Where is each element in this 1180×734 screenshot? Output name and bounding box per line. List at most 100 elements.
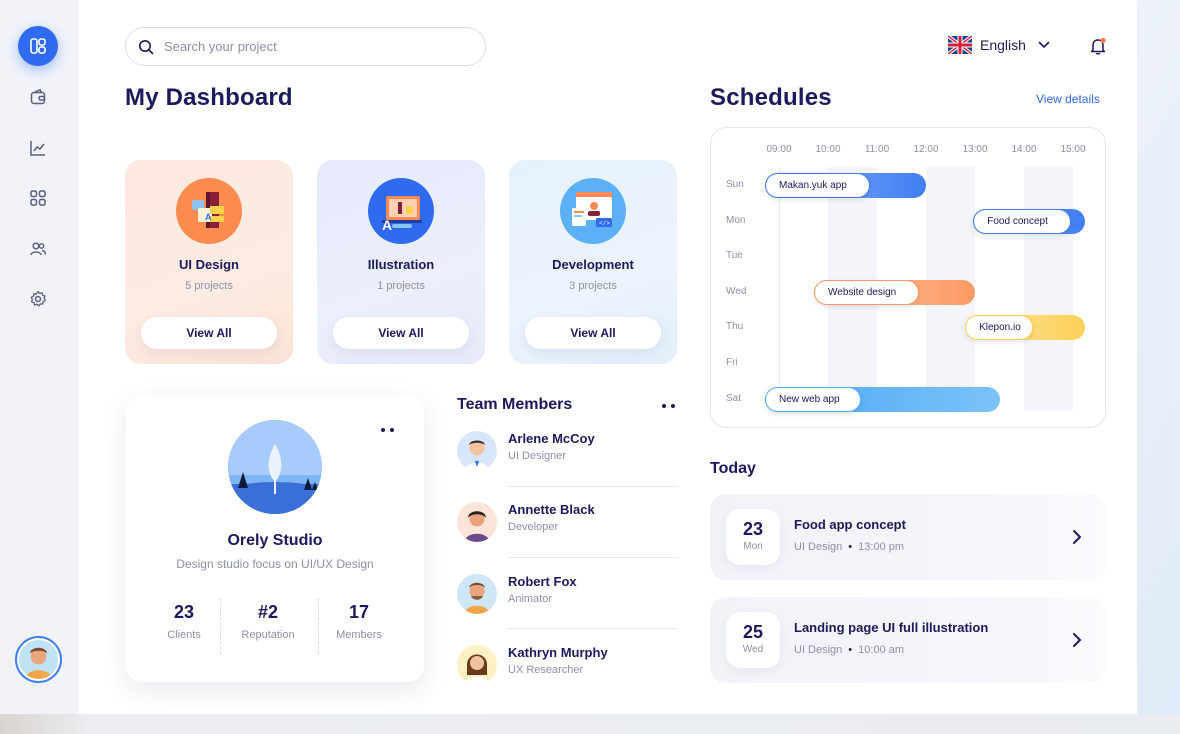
schedules-title: Schedules — [710, 84, 832, 111]
hour-label: 10:00 — [815, 144, 841, 155]
view-details-link[interactable]: View details — [1036, 92, 1100, 106]
team-member[interactable]: Kathryn Murphy UX Researcher — [457, 642, 678, 702]
search-icon — [139, 39, 154, 54]
member-name: Kathryn Murphy — [508, 645, 608, 660]
today-event[interactable]: 23 Mon Food app concept UI Design • 13:00 … — [710, 494, 1106, 580]
event-category: UI Design — [794, 541, 843, 553]
member-name: Annette Black — [508, 502, 595, 517]
category-title: Development — [552, 257, 634, 272]
stat-reputation: #2 Reputation — [220, 602, 316, 641]
view-all-button[interactable]: View All — [525, 317, 661, 349]
category-card-ui-design: A UI Design 5 projects View All — [125, 160, 293, 364]
event-meta: UI Design • 13:00 pm — [794, 541, 905, 553]
bottom-strip — [0, 714, 1180, 734]
grid-icon — [30, 190, 46, 206]
timeline-column — [1024, 167, 1073, 411]
day-label: Thu — [726, 321, 744, 333]
event-meta: UI Design • 10:00 am — [794, 644, 905, 656]
category-title: Illustration — [367, 257, 435, 272]
settings-icon — [30, 290, 46, 307]
event-day-number: 23 — [742, 519, 764, 539]
nav-dashboard[interactable] — [18, 26, 58, 66]
hour-label: 09:00 — [766, 144, 792, 155]
search-bar[interactable] — [125, 27, 486, 66]
uk-flag-icon — [948, 36, 972, 54]
chevron-right-icon[interactable] — [1070, 528, 1084, 546]
category-count: 3 projects — [569, 280, 617, 292]
view-all-button[interactable]: View All — [141, 317, 277, 349]
hour-label: 13:00 — [962, 144, 988, 155]
schedule-event-label: New web app — [765, 386, 861, 412]
day-label: Fri — [726, 357, 738, 368]
hour-label: 11:00 — [864, 144, 890, 155]
bell-icon — [1090, 37, 1106, 55]
member-role: Developer — [508, 521, 559, 533]
nav-settings[interactable] — [18, 279, 58, 319]
team-member[interactable]: Arlene McCoy UI Designer — [457, 428, 678, 488]
notification-button[interactable] — [1088, 36, 1108, 56]
page-title: My Dashboard — [125, 84, 293, 111]
team-icon — [30, 242, 47, 256]
divider — [508, 486, 678, 487]
event-title: Landing page UI full illustration — [794, 620, 989, 635]
member-avatar — [457, 574, 497, 614]
nav-analytics[interactable] — [18, 128, 58, 168]
sidebar — [0, 0, 78, 714]
schedule-event[interactable]: Klepon.io — [965, 315, 1086, 341]
timeline-axis — [779, 167, 780, 411]
member-avatar — [457, 431, 497, 471]
nav-wallet[interactable] — [18, 77, 58, 117]
event-time: 10:00 am — [858, 644, 905, 656]
category-card-illustration: A Illustration 1 projects View All — [317, 160, 485, 364]
event-time: 13:00 pm — [858, 541, 905, 553]
schedule-event[interactable]: Food concept — [973, 208, 1086, 234]
schedule-event[interactable]: Website design — [814, 279, 975, 305]
event-category: UI Design — [794, 644, 843, 656]
language-selector[interactable]: English — [948, 36, 1050, 54]
category-count: 5 projects — [185, 280, 233, 292]
member-name: Arlene McCoy — [508, 431, 595, 446]
search-input[interactable] — [164, 39, 444, 54]
studio-description: Design studio focus on UI/UX Design — [176, 557, 374, 571]
studio-name: Orely Studio — [227, 532, 323, 549]
day-label: Sun — [726, 179, 744, 190]
hour-label: 12:00 — [913, 144, 939, 155]
event-day-number: 25 — [742, 622, 764, 642]
team-member[interactable]: Annette Black Developer — [457, 499, 678, 559]
event-weekday: Wed — [742, 644, 764, 655]
day-label: Sat — [726, 392, 742, 404]
studio-avatar — [228, 420, 322, 514]
team-member[interactable]: Robert Fox Animator — [457, 571, 678, 631]
divider — [508, 628, 678, 629]
schedule-event[interactable]: New web app — [765, 386, 1000, 412]
schedule-calendar: 09:00 10:00 11:00 12:00 13:00 14:00 15:00 Sun Mo… — [710, 127, 1106, 428]
today-title: Today — [710, 460, 756, 477]
team-more-button[interactable] — [662, 404, 675, 408]
category-title: UI Design — [179, 257, 239, 272]
language-label: English — [980, 37, 1026, 53]
development-icon: </> — [560, 178, 626, 244]
member-avatar — [457, 502, 497, 542]
chevron-right-icon[interactable] — [1070, 631, 1084, 649]
schedule-event-label: Klepon.io — [965, 315, 1034, 341]
event-date: 23 Mon — [726, 509, 780, 565]
profile-card: Orely Studio Design studio focus on UI/U… — [126, 396, 424, 682]
event-date: 25 Wed — [726, 612, 780, 668]
profile-more-button[interactable] — [381, 428, 394, 432]
schedule-event-label: Makan.yuk app — [765, 173, 870, 198]
stat-members: 17 Members — [311, 602, 407, 641]
event-weekday: Mon — [743, 541, 763, 552]
member-role: Animator — [508, 593, 553, 605]
user-avatar[interactable] — [15, 636, 62, 683]
divider — [508, 557, 678, 558]
nav-grid[interactable] — [18, 178, 58, 218]
event-title: Food app concept — [794, 517, 906, 532]
today-event[interactable]: 25 Wed Landing page UI full illustration… — [710, 597, 1106, 683]
ui-design-icon: A — [176, 178, 242, 244]
view-all-button[interactable]: View All — [333, 317, 469, 349]
schedule-event[interactable]: Makan.yuk app — [765, 173, 926, 198]
stat-label: Members — [336, 629, 382, 641]
nav-team[interactable] — [18, 229, 58, 269]
team-members-title: Team Members — [457, 396, 573, 413]
stat-value: #2 — [257, 602, 279, 622]
